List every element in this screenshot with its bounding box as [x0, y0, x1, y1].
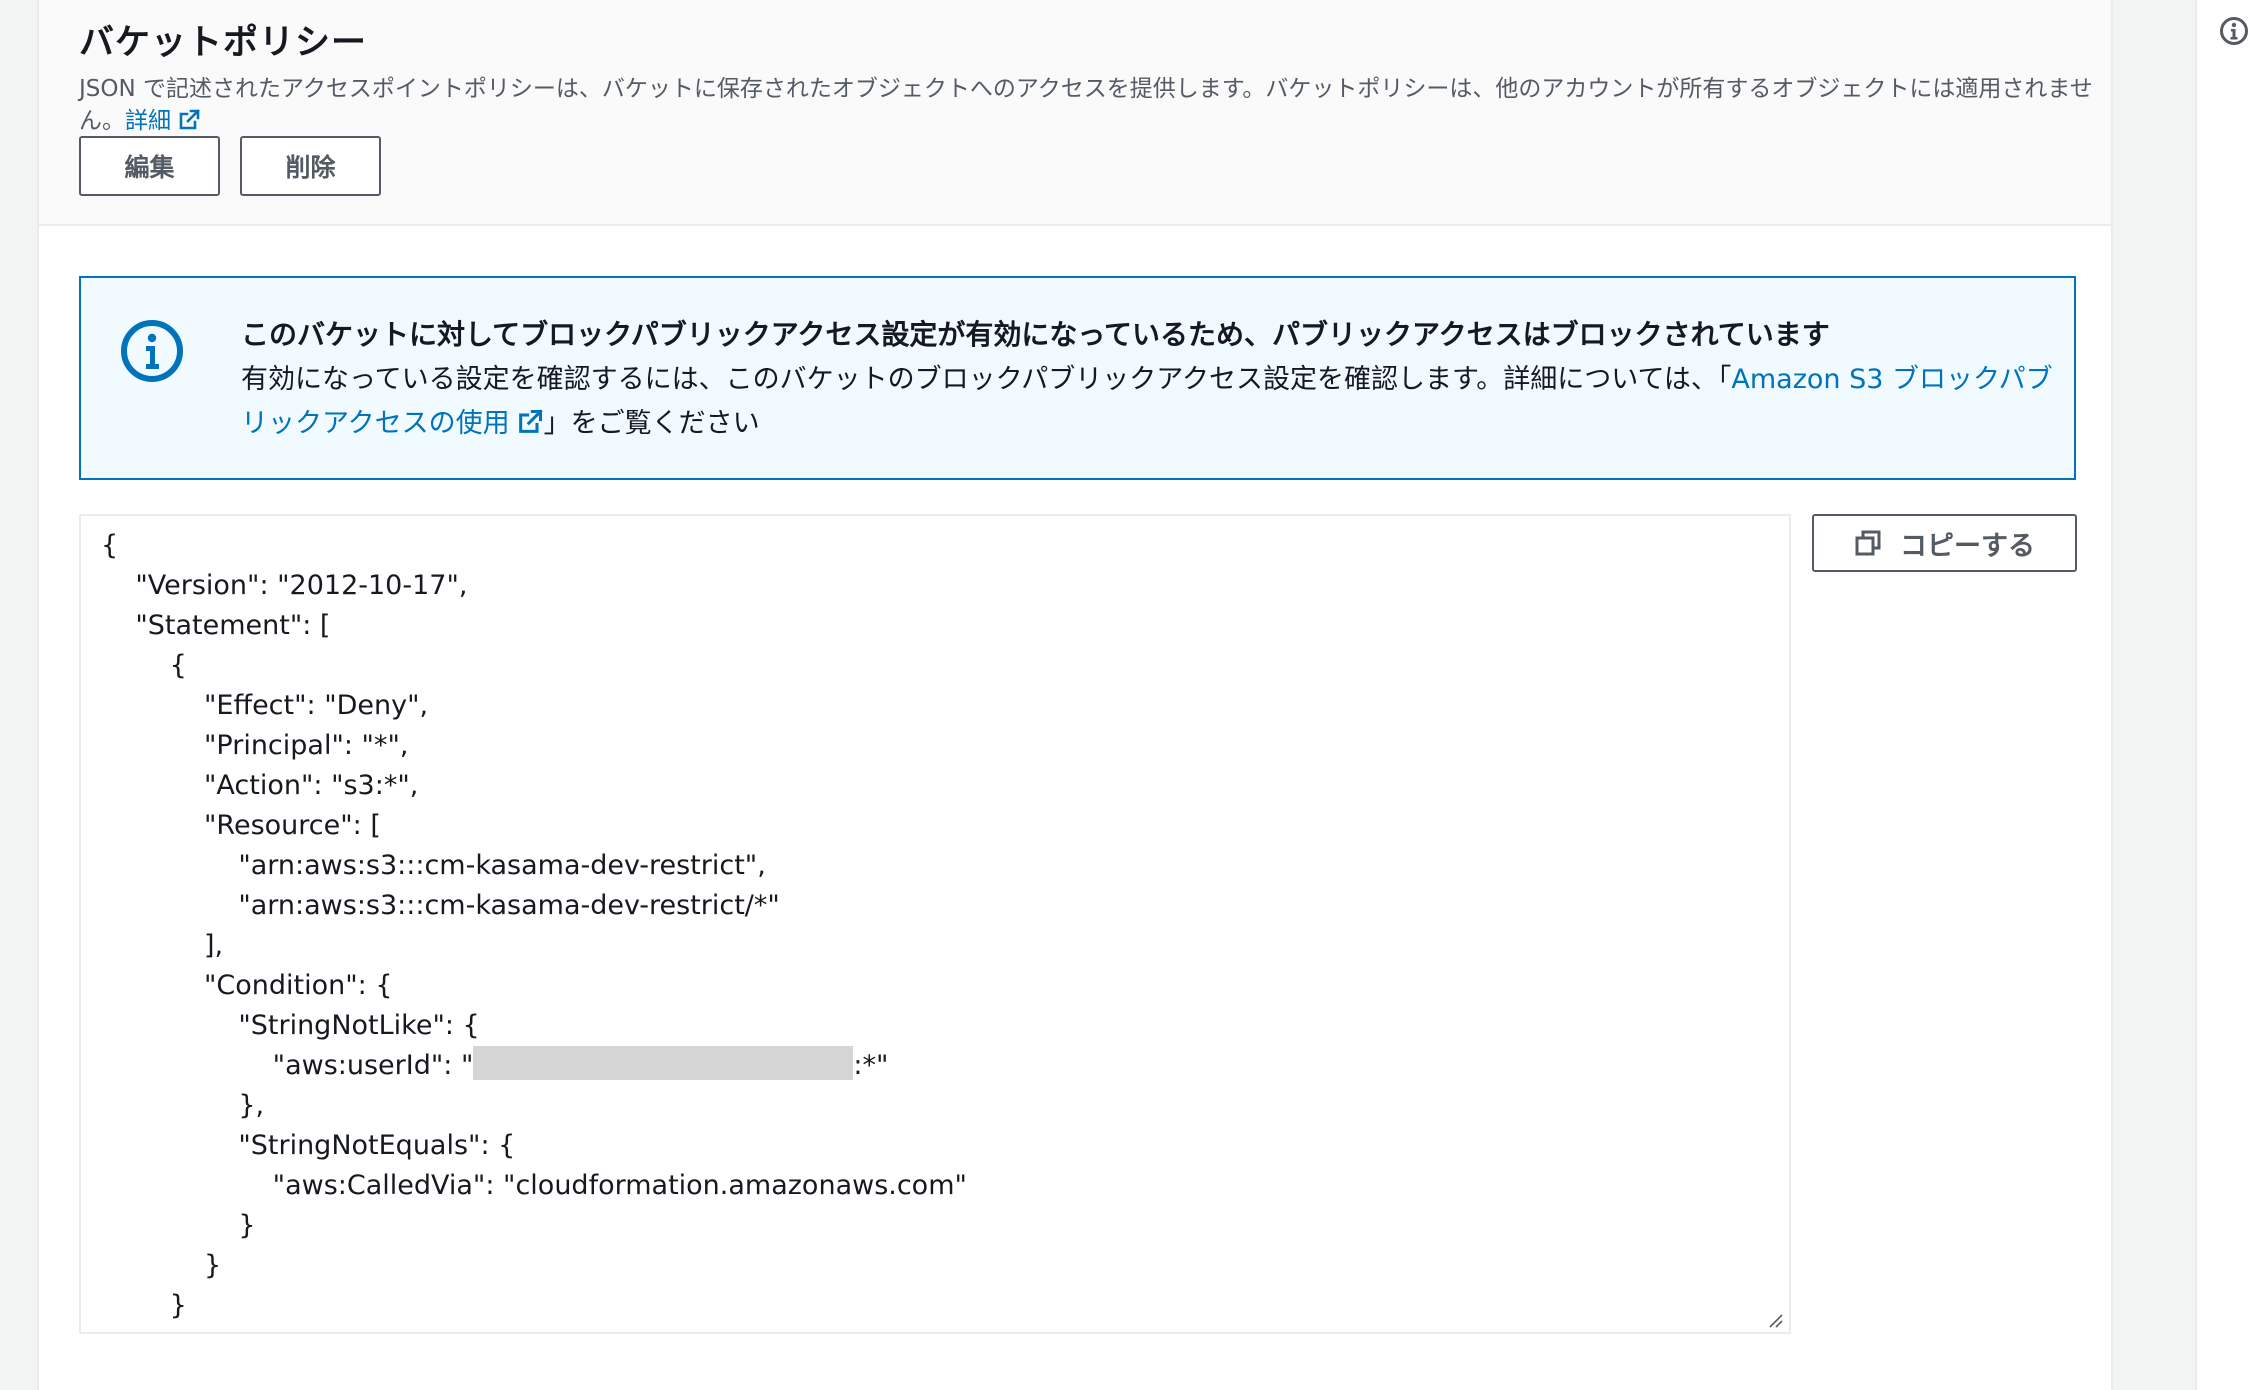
bucket-policy-panel: バケットポリシー JSON で記述されたアクセスポイントポリシーは、バケットに保…	[37, 0, 2113, 1390]
code-line-text: "Action": "s3:*",	[101, 770, 419, 801]
code-line: }	[101, 1246, 967, 1286]
alert-body: 有効になっている設定を確認するには、このバケットのブロックパブリックアクセス設定…	[241, 358, 2071, 446]
alert-body-prefix: 有効になっている設定を確認するには、このバケットのブロックパブリックアクセス設定…	[241, 364, 1732, 395]
edit-button[interactable]: 編集	[79, 136, 220, 196]
delete-button[interactable]: 削除	[240, 136, 381, 196]
code-line: "aws:userId": " :*"	[101, 1046, 967, 1086]
code-line-text: "arn:aws:s3:::cm-kasama-dev-restrict",	[101, 850, 766, 881]
code-line-text: "arn:aws:s3:::cm-kasama-dev-restrict/*"	[101, 890, 780, 921]
external-link-icon	[179, 109, 200, 130]
code-line-suffix: :*"	[853, 1050, 889, 1081]
page-title: バケットポリシー	[79, 23, 368, 63]
code-line-text: "Condition": {	[101, 970, 393, 1001]
code-line: }	[101, 1206, 967, 1246]
code-line-text: }	[101, 1290, 187, 1321]
code-line: "arn:aws:s3:::cm-kasama-dev-restrict",	[101, 846, 967, 886]
info-icon[interactable]	[2219, 16, 2249, 46]
code-line-text: {	[101, 530, 119, 561]
code-line: },	[101, 1086, 967, 1126]
policy-code-viewer[interactable]: { "Version": "2012-10-17", "Statement": …	[79, 514, 1791, 1334]
code-line: "StringNotEquals": {	[101, 1126, 967, 1166]
code-line: ],	[101, 926, 967, 966]
code-line-text: }	[101, 1210, 256, 1241]
code-line: "arn:aws:s3:::cm-kasama-dev-restrict/*"	[101, 886, 967, 926]
help-panel-strip	[2195, 0, 2250, 1390]
code-line: "Action": "s3:*",	[101, 766, 967, 806]
alert-body-suffix: 」をご覧ください	[543, 408, 760, 439]
copy-button-label: コピーする	[1900, 530, 2035, 562]
copy-button[interactable]: コピーする	[1812, 514, 2077, 572]
code-line: "StringNotLike": {	[101, 1006, 967, 1046]
code-line-text: "Resource": [	[101, 810, 381, 841]
panel-header: バケットポリシー JSON で記述されたアクセスポイントポリシーは、バケットに保…	[39, 0, 2111, 226]
description-text: JSON で記述されたアクセスポイントポリシーは、バケットに保存されたオブジェク…	[79, 76, 2093, 134]
resize-handle-icon[interactable]	[1767, 1312, 1783, 1328]
page-description: JSON で記述されたアクセスポイントポリシーは、バケットに保存されたオブジェク…	[79, 73, 2099, 137]
redacted-user-id	[473, 1046, 854, 1080]
code-line-text: {	[101, 650, 187, 681]
code-line-text: "Statement": [	[101, 610, 331, 641]
code-line: {	[101, 646, 967, 686]
code-line-text: "StringNotLike": {	[101, 1010, 480, 1041]
copy-icon	[1855, 530, 1881, 556]
code-line: "Version": "2012-10-17",	[101, 566, 967, 606]
code-line-text: "aws:CalledVia": "cloudformation.amazona…	[101, 1170, 967, 1201]
code-line-text: },	[101, 1090, 265, 1121]
code-line-text: "Effect": "Deny",	[101, 690, 429, 721]
code-line: {	[101, 526, 967, 566]
code-line-text: "StringNotEquals": {	[101, 1130, 516, 1161]
code-line: "Effect": "Deny",	[101, 686, 967, 726]
code-line: "aws:CalledVia": "cloudformation.amazona…	[101, 1166, 967, 1206]
code-line-text: "Version": "2012-10-17",	[101, 570, 468, 601]
code-line: "Condition": {	[101, 966, 967, 1006]
alert-title: このバケットに対してブロックパブリックアクセス設定が有効になっているため、パブリ…	[241, 318, 1830, 351]
code-line: "Principal": "*",	[101, 726, 967, 766]
code-line-text: "Principal": "*",	[101, 730, 409, 761]
code-line-text: }	[101, 1250, 222, 1281]
detail-link-label: 詳細	[125, 108, 171, 134]
code-line: "Statement": [	[101, 606, 967, 646]
code-line-text: "aws:userId": "	[101, 1050, 474, 1081]
detail-link[interactable]: 詳細	[125, 108, 201, 134]
code-line: "Resource": [	[101, 806, 967, 846]
info-icon	[121, 320, 183, 382]
code-line: }	[101, 1286, 967, 1326]
policy-json: { "Version": "2012-10-17", "Statement": …	[101, 526, 967, 1326]
block-public-access-alert: このバケットに対してブロックパブリックアクセス設定が有効になっているため、パブリ…	[79, 276, 2076, 480]
external-link-icon	[518, 409, 543, 433]
code-line-text: ],	[101, 930, 224, 961]
